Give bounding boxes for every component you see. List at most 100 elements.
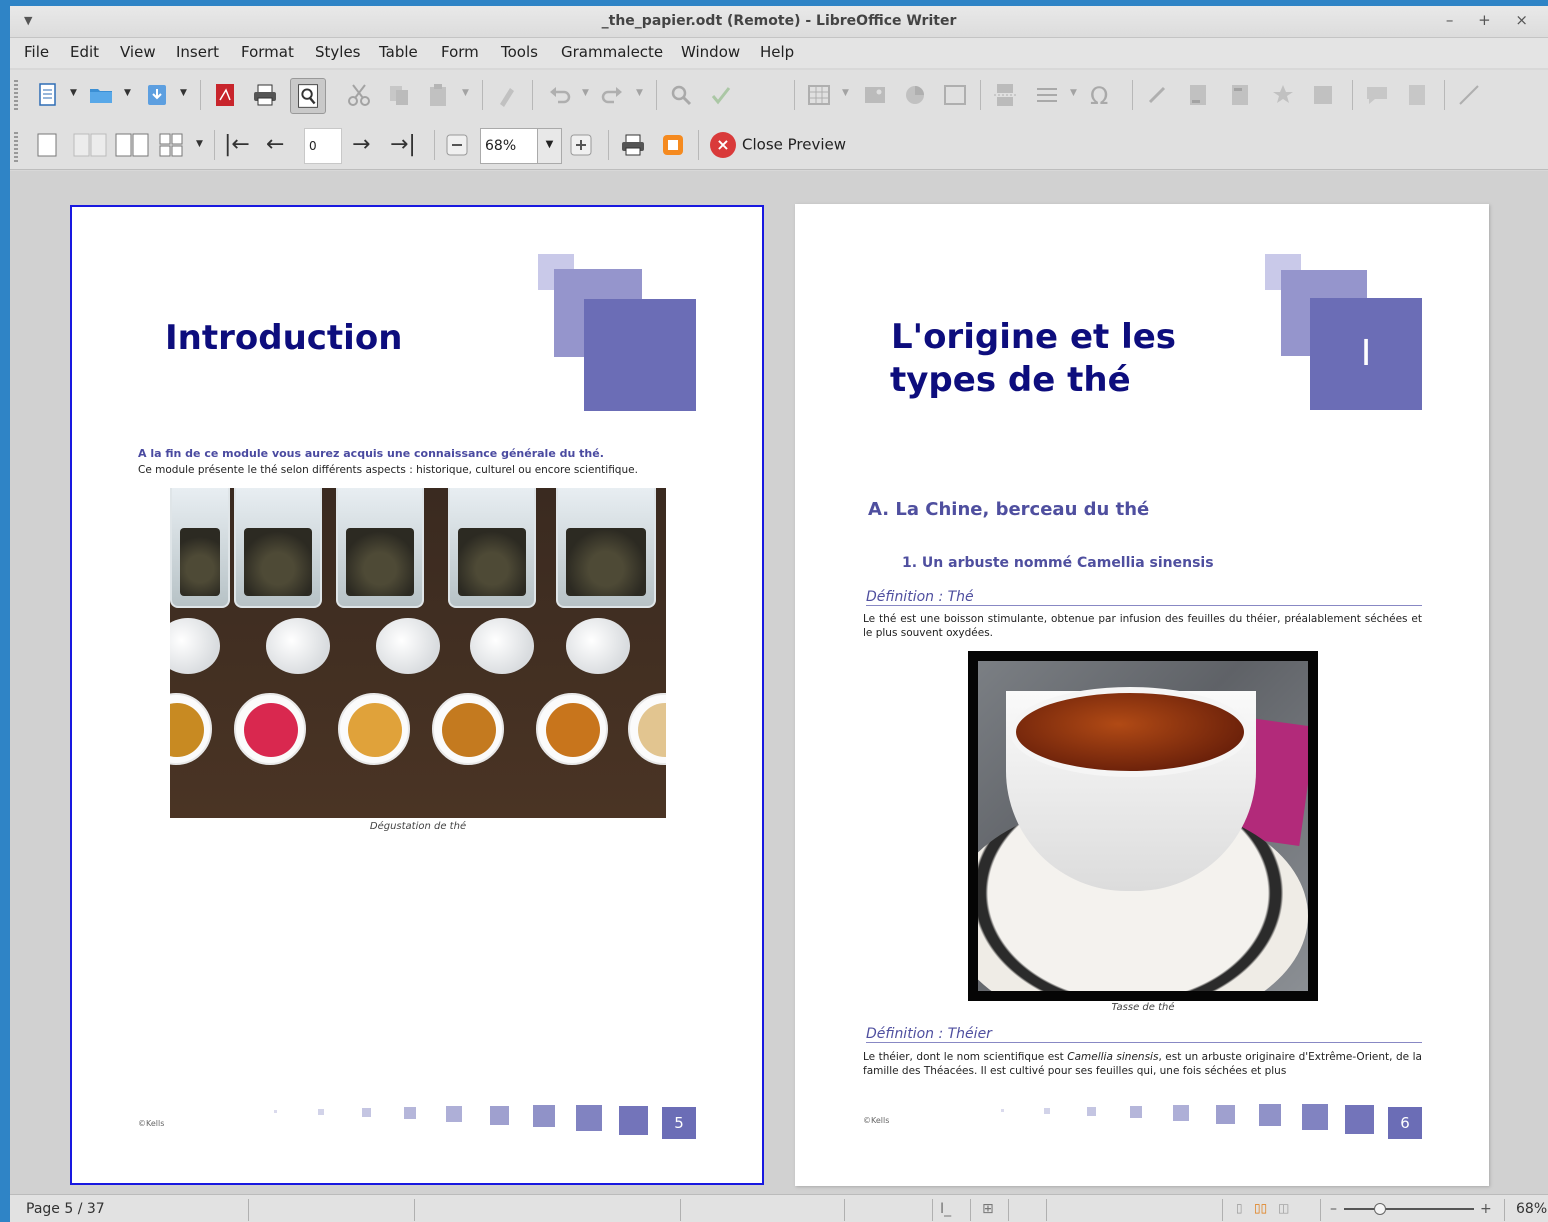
- toolbar-grip[interactable]: [14, 132, 18, 162]
- toolbar-grip[interactable]: [14, 80, 18, 110]
- close-icon: ×: [710, 132, 736, 158]
- menu-format[interactable]: Format: [241, 43, 294, 61]
- zoom-out-icon[interactable]: [446, 134, 468, 156]
- open-folder-icon[interactable]: [88, 82, 114, 108]
- menu-table[interactable]: Table: [379, 43, 418, 61]
- comment-icon[interactable]: [1364, 82, 1390, 108]
- save-icon[interactable]: [144, 82, 170, 108]
- zoom-out-icon[interactable]: –: [1330, 1201, 1337, 1217]
- window-title: _the_papier.odt (Remote) - LibreOffice W…: [601, 13, 957, 29]
- print-icon[interactable]: [252, 82, 278, 108]
- menu-view[interactable]: View: [120, 43, 156, 61]
- chevron-down-icon[interactable]: ▼: [70, 88, 77, 98]
- hyperlink-icon[interactable]: [1144, 82, 1170, 108]
- page-number-badge: 6: [1388, 1107, 1422, 1139]
- print-icon[interactable]: [620, 132, 646, 158]
- chevron-down-icon[interactable]: ▼: [180, 88, 187, 98]
- insert-field-icon[interactable]: [1034, 82, 1060, 108]
- cut-icon[interactable]: [346, 82, 372, 108]
- menu-tools[interactable]: Tools: [501, 43, 538, 61]
- zoom-select[interactable]: 68% ▼: [480, 128, 562, 164]
- chevron-down-icon[interactable]: ▼: [842, 88, 849, 98]
- previous-page-icon[interactable]: ←: [266, 132, 284, 157]
- menu-edit[interactable]: Edit: [70, 43, 99, 61]
- chevron-down-icon[interactable]: ▼: [537, 129, 561, 163]
- multi-page-view-icon[interactable]: ▯▯: [1254, 1201, 1267, 1215]
- menu-window[interactable]: Window: [681, 43, 740, 61]
- subsection-heading: 1. Un arbuste nommé Camellia sinensis: [902, 555, 1214, 571]
- close-preview-label: Close Preview: [742, 135, 847, 154]
- redo-icon[interactable]: [600, 82, 626, 108]
- insert-mode-icon[interactable]: I_: [940, 1201, 951, 1217]
- chevron-down-icon[interactable]: ▼: [462, 88, 469, 98]
- first-page-icon[interactable]: |←: [224, 132, 250, 157]
- libreoffice-window: ▼ _the_papier.odt (Remote) - LibreOffice…: [10, 6, 1548, 1222]
- chapter-number: I: [1310, 298, 1422, 410]
- document-preview-area[interactable]: Introduction A la fin de ce module vous …: [10, 171, 1548, 1194]
- menu-insert[interactable]: Insert: [176, 43, 219, 61]
- special-character-icon[interactable]: Ω: [1090, 82, 1116, 110]
- bookmark-icon[interactable]: [1270, 82, 1296, 108]
- last-page-icon[interactable]: →|: [390, 132, 416, 157]
- page-number-input[interactable]: 0: [304, 128, 342, 164]
- print-preview-icon[interactable]: [290, 78, 326, 114]
- insert-chart-icon[interactable]: [902, 82, 928, 108]
- zoom-in-icon[interactable]: +: [1480, 1201, 1492, 1217]
- export-pdf-icon[interactable]: [212, 82, 238, 108]
- zoom-in-icon[interactable]: [570, 134, 592, 156]
- page-number-badge: 5: [662, 1107, 696, 1139]
- line-icon[interactable]: [1456, 82, 1482, 108]
- zoom-slider-knob[interactable]: [1374, 1203, 1386, 1215]
- cross-reference-icon[interactable]: [1310, 82, 1336, 108]
- page-6[interactable]: I L'origine et les types de thé A. La Ch…: [795, 204, 1489, 1186]
- window-controls[interactable]: – + ×: [1446, 11, 1538, 29]
- chevron-down-icon[interactable]: ▼: [636, 88, 643, 98]
- spellcheck-icon[interactable]: [708, 82, 734, 108]
- page-5[interactable]: Introduction A la fin de ce module vous …: [70, 205, 764, 1185]
- zoom-percent[interactable]: 68%: [1516, 1201, 1547, 1217]
- photo-caption: Tasse de thé: [1111, 1002, 1175, 1013]
- track-changes-icon[interactable]: [1404, 82, 1430, 108]
- copy-icon[interactable]: [386, 82, 412, 108]
- chevron-down-icon[interactable]: ▼: [582, 88, 589, 98]
- decorative-square: [584, 299, 696, 411]
- page-break-icon[interactable]: [992, 82, 1018, 108]
- book-view-icon[interactable]: [114, 132, 150, 158]
- copyright: ©Kells: [863, 1116, 890, 1125]
- close-preview-button[interactable]: × Close Preview: [710, 132, 846, 158]
- section-heading: A. La Chine, berceau du thé: [868, 499, 1150, 520]
- menu-file[interactable]: File: [24, 43, 49, 61]
- two-pages-icon[interactable]: [72, 132, 108, 158]
- undo-icon[interactable]: [546, 82, 572, 108]
- paste-icon[interactable]: [426, 82, 452, 108]
- insert-table-icon[interactable]: [806, 82, 832, 108]
- single-page-view-icon[interactable]: ▯: [1236, 1201, 1243, 1215]
- full-screen-icon[interactable]: [660, 132, 686, 158]
- clone-format-icon[interactable]: [494, 82, 520, 108]
- single-page-icon[interactable]: [34, 132, 60, 158]
- insert-textbox-icon[interactable]: [942, 82, 968, 108]
- selection-mode-icon[interactable]: ⊞: [982, 1201, 994, 1217]
- zoom-slider[interactable]: [1344, 1208, 1474, 1210]
- multi-page-icon[interactable]: [158, 132, 184, 158]
- book-view-icon[interactable]: ◫: [1278, 1201, 1289, 1215]
- chevron-down-icon[interactable]: ▼: [124, 88, 131, 98]
- chevron-down-icon[interactable]: ▼: [196, 139, 203, 149]
- insert-image-icon[interactable]: [862, 82, 888, 108]
- definition-text-theier: Le théier, dont le nom scientifique est …: [863, 1051, 1422, 1077]
- page-count-status[interactable]: Page 5 / 37: [26, 1201, 105, 1217]
- menu-grammalecte[interactable]: Grammalecte: [561, 43, 663, 61]
- copyright: ©Kells: [138, 1119, 165, 1128]
- endnote-icon[interactable]: [1228, 82, 1254, 108]
- find-replace-icon[interactable]: [668, 82, 694, 108]
- menu-form[interactable]: Form: [441, 43, 479, 61]
- next-page-icon[interactable]: →: [352, 132, 370, 157]
- chevron-down-icon[interactable]: ▼: [1070, 88, 1077, 98]
- photo-caption: Dégustation de thé: [369, 821, 467, 832]
- new-document-icon[interactable]: [34, 82, 60, 108]
- menu-bar: File Edit View Insert Format Styles Tabl…: [10, 38, 1548, 68]
- footnote-icon[interactable]: [1186, 82, 1212, 108]
- menu-help[interactable]: Help: [760, 43, 794, 61]
- standard-toolbar: ▼ ▼ ▼ ▼ ▼ ▼ ▼ ▼ Ω: [10, 70, 1548, 122]
- menu-styles[interactable]: Styles: [315, 43, 361, 61]
